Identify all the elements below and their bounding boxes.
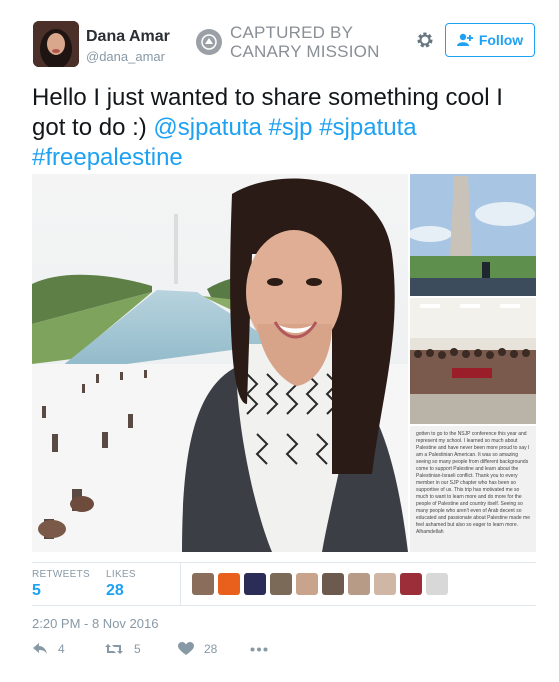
hashtag-link[interactable]: #sjp bbox=[269, 114, 313, 141]
reply-button[interactable]: 4 bbox=[32, 642, 65, 656]
hashtag-link[interactable]: #freepalestine bbox=[32, 144, 183, 171]
liker-avatar[interactable] bbox=[270, 573, 292, 595]
add-user-icon bbox=[456, 33, 473, 46]
follow-button[interactable]: Follow bbox=[445, 23, 535, 57]
heart-icon bbox=[178, 642, 194, 655]
likes-count: 28 bbox=[106, 582, 124, 599]
mention-link[interactable]: @sjpatuta bbox=[153, 114, 261, 141]
side-photo-caption[interactable]: gotten to go to the NSJP conference this… bbox=[410, 426, 536, 552]
canary-logo-icon bbox=[196, 29, 222, 55]
gear-icon[interactable] bbox=[415, 30, 435, 50]
watermark-line-1: CAPTURED BY bbox=[230, 23, 354, 42]
retweet-button[interactable]: 5 bbox=[104, 642, 141, 656]
like-button[interactable]: 28 bbox=[178, 642, 217, 656]
liker-avatar[interactable] bbox=[348, 573, 370, 595]
liker-avatar[interactable] bbox=[218, 573, 240, 595]
retweet-icon bbox=[105, 644, 123, 654]
side-photo-group[interactable] bbox=[410, 298, 536, 424]
main-photo[interactable] bbox=[32, 174, 408, 552]
side-photo-monument[interactable] bbox=[408, 174, 536, 296]
tweet-text: Hello I just wanted to share something c… bbox=[32, 83, 532, 173]
liker-avatars bbox=[192, 573, 448, 595]
liker-avatar[interactable] bbox=[426, 573, 448, 595]
liker-avatar[interactable] bbox=[244, 573, 266, 595]
likes-stat[interactable]: LIKES 28 bbox=[106, 569, 136, 600]
canary-mission-watermark: CAPTURED BY CANARY MISSION bbox=[196, 22, 380, 62]
hashtag-link[interactable]: #sjpatuta bbox=[319, 114, 416, 141]
retweets-count: 5 bbox=[32, 582, 41, 599]
liker-avatar[interactable] bbox=[400, 573, 422, 595]
retweets-stat[interactable]: RETWEETS 5 bbox=[32, 569, 90, 600]
more-button[interactable] bbox=[250, 647, 268, 652]
tweet-body: Hello I just wanted to share something c… bbox=[32, 84, 503, 141]
follow-label: Follow bbox=[478, 32, 524, 48]
avatar[interactable] bbox=[33, 21, 79, 67]
retweets-label: RETWEETS bbox=[32, 569, 90, 580]
reply-count: 4 bbox=[58, 642, 65, 656]
user-name[interactable]: Dana Amar bbox=[86, 28, 170, 46]
liker-avatar[interactable] bbox=[374, 573, 396, 595]
tweet-media[interactable]: gotten to go to the NSJP conference this… bbox=[32, 174, 536, 552]
tweet-header: Dana Amar @dana_amar CAPTURED BY CANARY … bbox=[0, 0, 559, 80]
retweet-count: 5 bbox=[134, 642, 141, 656]
user-handle[interactable]: @dana_amar bbox=[86, 49, 165, 64]
more-icon bbox=[250, 647, 268, 652]
caption-text: gotten to go to the NSJP conference this… bbox=[416, 431, 530, 535]
liker-avatar[interactable] bbox=[322, 573, 344, 595]
liker-avatar[interactable] bbox=[192, 573, 214, 595]
liker-avatar[interactable] bbox=[296, 573, 318, 595]
likes-label: LIKES bbox=[106, 569, 136, 580]
tweet-stats: RETWEETS 5 LIKES 28 bbox=[32, 562, 536, 606]
reply-icon bbox=[33, 643, 47, 654]
watermark-line-2: CANARY MISSION bbox=[230, 42, 380, 61]
tweet-actions: 4 5 28 bbox=[32, 642, 332, 662]
stats-divider bbox=[180, 563, 181, 605]
like-count: 28 bbox=[204, 642, 218, 656]
tweet-timestamp[interactable]: 2:20 PM - 8 Nov 2016 bbox=[32, 616, 158, 631]
